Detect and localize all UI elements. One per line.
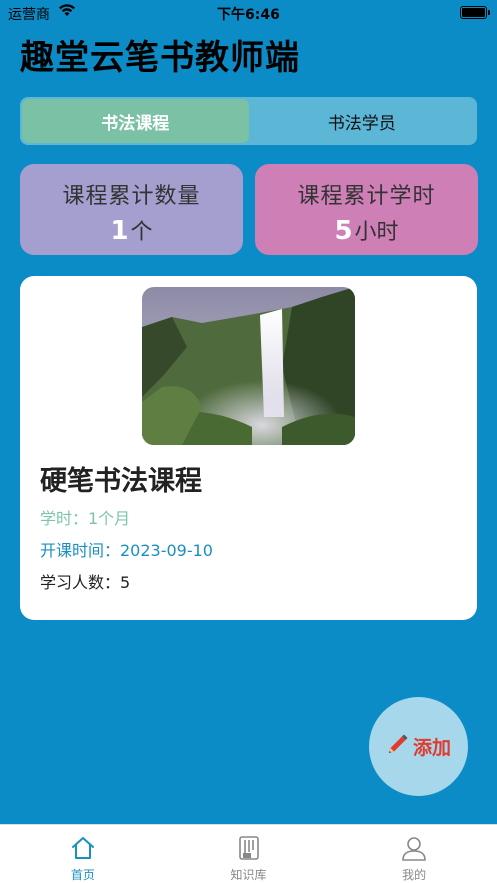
course-title: 硬笔书法课程 <box>40 466 202 497</box>
segmented-control: 书法课程 书法学员 <box>20 97 477 145</box>
profile-icon <box>400 834 428 864</box>
stat-course-hours-label: 课程累计学时 <box>297 184 436 209</box>
course-start-time: 开课时间：2023-09-10 <box>40 541 213 560</box>
status-bar: 运营商 下午6:46 <box>0 0 497 26</box>
stat-course-count-value: 1个 <box>20 214 243 246</box>
bottom-tab-bar: 首页 知识库 我的 <box>0 824 497 883</box>
stat-course-hours: 课程累计学时 5小时 <box>255 164 478 255</box>
tab-calligraphy-courses[interactable]: 书法课程 <box>22 99 249 143</box>
stat-course-hours-value: 5小时 <box>255 214 478 246</box>
tabbar-item-home[interactable]: 首页 <box>0 825 166 883</box>
app-title: 趣堂云笔书教师端 <box>20 38 300 78</box>
wifi-icon <box>58 3 76 21</box>
tabbar-item-home-label: 首页 <box>70 868 95 882</box>
add-button-label: 添加 <box>412 737 451 759</box>
course-duration: 学时：1个月 <box>40 509 131 528</box>
tabbar-item-library[interactable]: 知识库 <box>166 825 332 883</box>
add-button[interactable]: 添加 <box>369 697 468 796</box>
tab-calligraphy-students[interactable]: 书法学员 <box>249 99 476 143</box>
stat-course-count-label: 课程累计数量 <box>62 184 201 209</box>
carrier-label: 运营商 <box>8 7 50 23</box>
stat-course-hours-number: 5 <box>334 216 353 246</box>
stat-course-hours-unit: 小时 <box>354 220 399 245</box>
stat-course-count: 课程累计数量 1个 <box>20 164 243 255</box>
tabbar-item-profile[interactable]: 我的 <box>331 825 497 883</box>
pencil-icon <box>386 732 413 761</box>
battery-icon <box>460 6 490 19</box>
clock: 下午6:46 <box>217 7 280 23</box>
stat-course-count-number: 1 <box>110 216 129 246</box>
course-cover-image <box>142 287 355 445</box>
course-student-count: 学习人数：5 <box>40 573 131 592</box>
course-card[interactable]: 硬笔书法课程 学时：1个月 开课时间：2023-09-10 学习人数：5 <box>20 276 477 620</box>
tabbar-item-profile-label: 我的 <box>402 868 427 882</box>
library-icon <box>235 834 263 864</box>
tabbar-item-library-label: 知识库 <box>230 868 267 882</box>
home-icon <box>69 834 97 864</box>
stat-course-count-unit: 个 <box>130 220 153 245</box>
